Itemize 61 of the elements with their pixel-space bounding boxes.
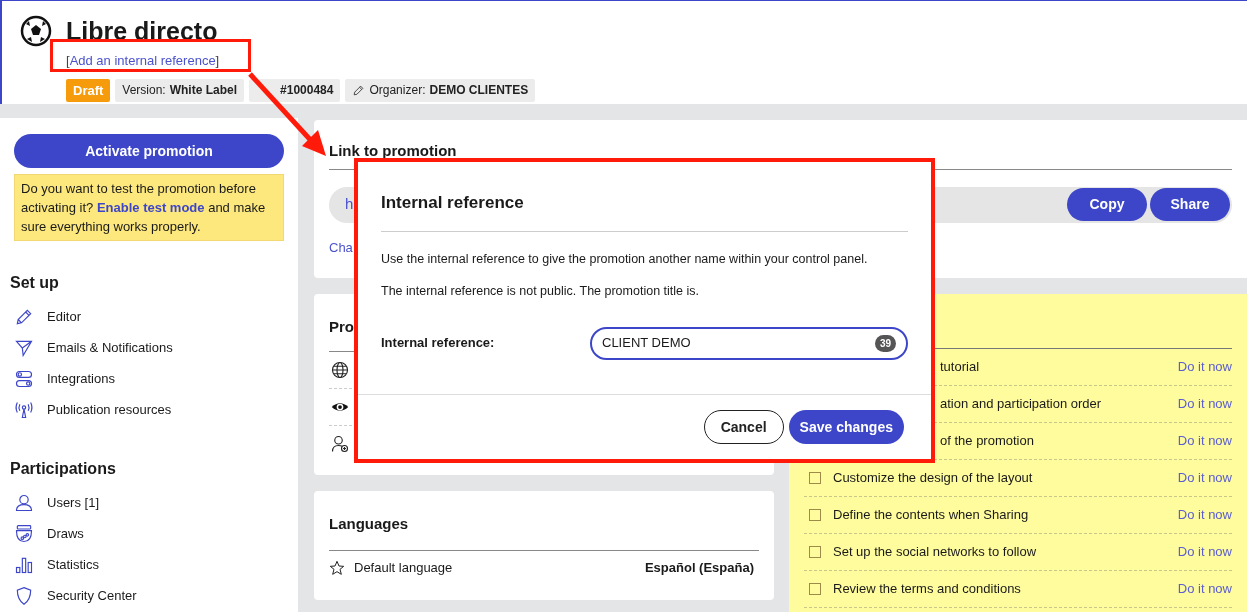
user-add-icon	[331, 435, 349, 453]
sidebar-item[interactable]: Integrations	[47, 368, 115, 389]
internal-reference-input[interactable]: CLIENT DEMO 39	[590, 326, 908, 360]
section-heading: Participations	[10, 459, 117, 479]
sidebar-item[interactable]: Emails & Notifications	[47, 337, 173, 358]
user-icon	[14, 492, 34, 513]
dialog-text: The internal reference is not public. The promotion title is.	[381, 282, 700, 300]
task-label: ation and participation order	[940, 395, 1103, 414]
dialog-title: Internal reference	[381, 192, 525, 214]
status-badge: Draft	[66, 78, 111, 102]
link-action-button[interactable]: Share	[1150, 188, 1230, 221]
section-heading: Set up	[10, 273, 60, 293]
info-tag: Version: White Label	[115, 78, 245, 102]
internal-reference-link[interactable]: [Add an internal reference]	[66, 53, 220, 68]
sidebar-item[interactable]: Publication resources	[47, 399, 172, 420]
card-title: Languages	[329, 514, 410, 534]
link-action-button[interactable]: Copy	[1067, 188, 1147, 221]
do-it-now-link[interactable]: Do it now	[1177, 579, 1232, 599]
task-label: Customize the design of the layout	[833, 469, 1034, 488]
sidebar-item[interactable]: Statistics	[47, 554, 99, 575]
language-label: Default language	[354, 558, 454, 577]
shield-icon	[14, 585, 34, 606]
task-checkbox[interactable]	[809, 583, 821, 595]
do-it-now-link[interactable]: Do it now	[1177, 468, 1232, 488]
star-icon	[329, 559, 345, 576]
do-it-now-link[interactable]: Do it now	[1177, 431, 1232, 451]
sidebar-item[interactable]: Security Center	[47, 585, 137, 606]
do-it-now-link[interactable]: Do it now	[1177, 505, 1232, 525]
save-button[interactable]: Save changes	[788, 410, 904, 444]
sidebar-item[interactable]: Users [1]	[47, 492, 99, 513]
task-label: Define the contents when Sharing	[833, 506, 1030, 525]
field-label: Internal reference:	[381, 334, 496, 353]
bowl-icon	[14, 523, 34, 544]
task-label: Set up the social networks to follow	[833, 543, 1038, 562]
test-mode-notice: Do you want to test the promotion before activating it? Enable test mode and make sure everything works properly.	[14, 174, 284, 241]
character-counter: 39	[874, 334, 896, 352]
cancel-button[interactable]: Cancel	[703, 410, 784, 444]
do-it-now-link[interactable]: Do it now	[1177, 394, 1232, 414]
activate-promotion-button[interactable]: Activate promotion	[14, 134, 284, 168]
sidebar-item[interactable]: Draws	[47, 523, 84, 544]
do-it-now-link[interactable]: Do it now	[1177, 357, 1232, 377]
change-link[interactable]: Cha	[329, 239, 353, 255]
language-value: Español (España)	[644, 558, 754, 577]
dialog-text: Use the internal reference to give the promotion another name within your control panel.	[381, 250, 869, 268]
toggles-icon	[14, 368, 34, 389]
soccer-ball-icon	[20, 15, 52, 47]
do-it-now-link[interactable]: Do it now	[1177, 542, 1232, 562]
card-title: Pro	[329, 317, 355, 337]
task-label: Review the terms and conditions	[833, 580, 1022, 599]
info-tag: #1000484	[249, 78, 341, 102]
pencil-icon	[352, 83, 366, 97]
task-checkbox[interactable]	[809, 546, 821, 558]
globe-icon	[331, 360, 349, 379]
task-checkbox[interactable]	[809, 472, 821, 484]
task-label: of the promotion	[940, 432, 1035, 451]
task-label: tutorial	[940, 358, 981, 377]
card-title: Link to promotion	[329, 141, 458, 161]
sidebar-item[interactable]: Editor	[47, 306, 81, 327]
organizer-tag: Organizer: DEMO CLIENTES	[345, 78, 536, 102]
enable-test-mode-link[interactable]: Enable test mode	[96, 200, 205, 215]
task-checkbox[interactable]	[809, 509, 821, 521]
